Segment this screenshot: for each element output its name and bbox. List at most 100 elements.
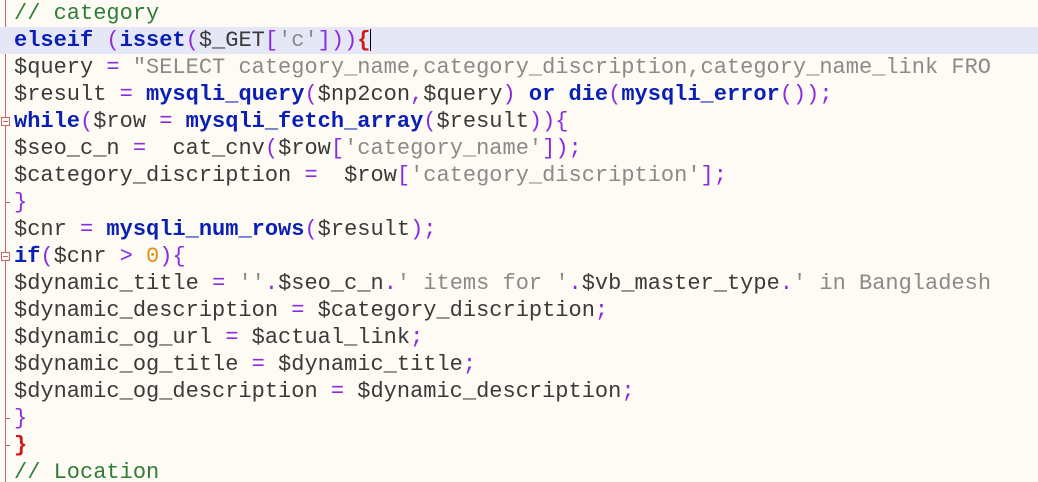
code-token: $vb_master_type	[581, 271, 780, 296]
code-token: }	[14, 433, 28, 458]
code-token: $dynamic_og_description	[14, 379, 318, 404]
code-token: $query	[14, 55, 94, 80]
code-token: $dynamic_description	[357, 379, 622, 404]
code-token: (	[304, 82, 318, 107]
code-token: 'category_name'	[344, 136, 543, 161]
code-token: }	[14, 190, 28, 215]
code-token: =	[304, 163, 318, 188]
code-token: // category	[14, 1, 160, 26]
code-token: =	[291, 298, 305, 323]
code-line[interactable]: $dynamic_og_description = $dynamic_descr…	[0, 378, 1038, 405]
code-line[interactable]: elseif (isset($_GET['c'])){	[0, 27, 1038, 54]
code-token: mysqli_fetch_array	[185, 109, 424, 134]
code-token: $category_discription	[14, 163, 292, 188]
code-line[interactable]: }	[0, 189, 1038, 216]
code-token: [	[264, 28, 279, 53]
code-token: (	[40, 244, 54, 269]
code-token: =	[106, 55, 120, 80]
code-token: $category_discription	[317, 298, 595, 323]
code-token: // Location	[14, 460, 160, 482]
code-token: .	[264, 271, 279, 296]
code-line[interactable]: $dynamic_og_title = $dynamic_title;	[0, 351, 1038, 378]
code-token: ]);	[542, 136, 582, 161]
code-token: ;	[594, 298, 609, 323]
code-token: $np2con	[317, 82, 411, 107]
code-token: ){	[159, 244, 186, 269]
code-line[interactable]: $result = mysqli_query($np2con,$query) o…	[0, 81, 1038, 108]
code-token: =	[119, 82, 133, 107]
code-token: $dynamic_og_url	[14, 325, 213, 350]
code-token: isset	[119, 28, 186, 53]
code-token: $row	[344, 163, 397, 188]
code-line[interactable]: // Location	[0, 459, 1038, 482]
code-token: if	[14, 244, 41, 269]
code-line[interactable]: $category_discription = $row['category_d…	[0, 162, 1038, 189]
code-token: $dynamic_og_title	[14, 352, 239, 377]
code-token: (	[608, 82, 622, 107]
code-line[interactable]: $dynamic_description = $category_discrip…	[0, 297, 1038, 324]
code-line[interactable]: // category	[0, 0, 1038, 27]
code-token: (	[304, 217, 318, 242]
code-line[interactable]: while($row = mysqli_fetch_array($result)…	[0, 108, 1038, 135]
code-token: $result	[317, 217, 411, 242]
code-token: $row	[278, 136, 331, 161]
code-token: $seo_c_n	[14, 136, 120, 161]
code-token: ());	[779, 82, 833, 107]
code-token: $result	[14, 82, 107, 107]
code-line[interactable]: if($cnr > 0){	[0, 243, 1038, 270]
code-line[interactable]: $cnr = mysqli_num_rows($result);	[0, 216, 1038, 243]
code-token: $dynamic_title	[278, 352, 463, 377]
code-token: 'c'	[278, 28, 318, 53]
code-token: )	[502, 82, 516, 107]
code-token: =	[132, 136, 147, 161]
code-token: ;	[621, 379, 635, 404]
code-token: while	[14, 109, 81, 134]
code-token: (	[80, 109, 94, 134]
code-line[interactable]: $query = "SELECT category_name,category_…	[0, 54, 1038, 81]
code-line[interactable]: }	[0, 432, 1038, 459]
code-token: }	[14, 406, 28, 431]
code-token: mysqli_num_rows	[106, 217, 305, 242]
code-token: mysqli_query	[146, 82, 305, 107]
code-lines[interactable]: // category elseif (isset($_GET['c'])){$q…	[0, 0, 1038, 482]
code-line[interactable]: $dynamic_og_url = $actual_link;	[0, 324, 1038, 351]
code-editor[interactable]: // category elseif (isset($_GET['c'])){$q…	[0, 0, 1038, 482]
code-line[interactable]: $seo_c_n = cat_cnv($row['category_name']…	[0, 135, 1038, 162]
code-token: elseif	[14, 28, 94, 53]
code-line[interactable]: }	[0, 405, 1038, 432]
code-token: die	[568, 82, 609, 107]
code-token: [	[396, 163, 411, 188]
code-token: .	[779, 271, 793, 296]
code-token: $cnr	[14, 217, 67, 242]
code-token: =	[212, 271, 226, 296]
code-token: $actual_link	[251, 325, 411, 350]
code-token: ' in Bangladesh	[792, 271, 992, 296]
code-line[interactable]: $dynamic_title = ''.$seo_c_n.' items for…	[0, 270, 1038, 297]
code-token: $result	[436, 109, 529, 134]
code-token: =	[80, 217, 94, 242]
code-token: "SELECT category_name,category_discripti…	[132, 55, 991, 80]
code-token: =	[159, 109, 173, 134]
code-token: $_GET	[198, 28, 265, 53]
code-token: $seo_c_n	[278, 271, 384, 296]
code-token: {	[357, 28, 371, 53]
code-token: $dynamic_description	[14, 298, 279, 323]
